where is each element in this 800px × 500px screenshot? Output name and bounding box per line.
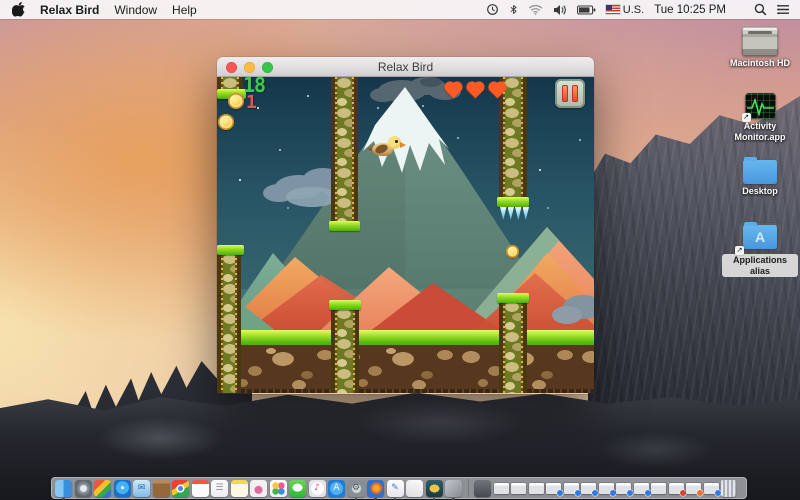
minimize-button[interactable]: [244, 62, 255, 73]
battery-icon[interactable]: [577, 5, 596, 15]
launchpad-icon[interactable]: [75, 480, 92, 497]
dirt-ground: [217, 345, 594, 393]
photos-icon[interactable]: [270, 480, 287, 497]
pause-icon: [562, 85, 568, 102]
heart-icon: [468, 83, 484, 99]
minimized-window[interactable]: [651, 483, 666, 494]
menu-bar: Relax Bird Window Help U.S. Tue 10:25 PM: [0, 0, 800, 19]
desktop-icon-applications-alias[interactable]: A ↗ Applications alias: [721, 222, 799, 277]
spotlight-icon[interactable]: [754, 3, 767, 16]
pillar-cap: [329, 300, 361, 310]
minimized-window[interactable]: [669, 483, 684, 494]
pillar-obstacle: [331, 308, 359, 393]
desktop-icon-label: Desktop: [742, 186, 778, 197]
desktop-icon-label: Macintosh HD: [730, 58, 790, 69]
mail-icon[interactable]: ✉: [133, 480, 150, 497]
dock: ✉ ☰ ♪A⚙ ✎: [51, 477, 747, 499]
minimized-window[interactable]: [581, 483, 596, 494]
mission-control-icon[interactable]: [94, 480, 111, 497]
alias-arrow-badge: ↗: [742, 113, 751, 122]
minimized-window[interactable]: [546, 483, 561, 494]
flag-icon: [606, 5, 620, 14]
relax-bird-icon[interactable]: [426, 480, 443, 497]
document-stack-icon[interactable]: [474, 480, 491, 497]
notification-center-icon[interactable]: [777, 4, 790, 15]
finder-icon[interactable]: [55, 480, 72, 497]
alias-arrow-badge: ↗: [735, 246, 744, 255]
bird-character: [367, 135, 403, 163]
desktop: Relax Bird Window Help U.S. Tue 10:25 PM: [0, 0, 800, 500]
desktop-icon-label: Activity Monitor.app: [722, 121, 798, 142]
contacts-icon[interactable]: [153, 480, 170, 497]
messages-icon[interactable]: [289, 480, 306, 497]
minimized-window[interactable]: [686, 483, 701, 494]
coin: [218, 114, 234, 130]
menu-item-help[interactable]: Help: [172, 3, 197, 17]
desktop-icon-activity-monitor[interactable]: ↗ Activity Monitor.app: [721, 93, 799, 142]
desktop-icon-label: Applications alias: [722, 254, 798, 277]
dock-divider: [468, 479, 469, 497]
minimized-window[interactable]: [704, 483, 719, 494]
menu-clock[interactable]: Tue 10:25 PM: [654, 4, 726, 16]
desktop-icon-macintosh-hd[interactable]: Macintosh HD: [721, 27, 799, 69]
chrome-icon[interactable]: [172, 480, 189, 497]
coin: [506, 245, 519, 258]
notes-icon[interactable]: [231, 480, 248, 497]
pause-button[interactable]: [555, 79, 585, 108]
folder-icon: [743, 160, 777, 184]
window-titlebar[interactable]: Relax Bird: [217, 57, 594, 77]
minimized-window[interactable]: [529, 483, 544, 494]
input-source[interactable]: U.S.: [606, 4, 644, 16]
pillar-obstacle: [331, 77, 358, 223]
pillar-obstacle: [499, 301, 527, 393]
game-canvas[interactable]: 18 1: [217, 77, 594, 393]
minimized-window[interactable]: [511, 483, 526, 494]
pillar-cap: [497, 293, 529, 303]
menu-item-relax-bird[interactable]: Relax Bird: [40, 3, 99, 17]
wifi-icon[interactable]: [528, 4, 543, 15]
window-title: Relax Bird: [217, 60, 594, 74]
heart-icon: [490, 83, 506, 99]
reminders-icon[interactable]: ☰: [211, 480, 228, 497]
textedit-icon[interactable]: ✎: [387, 480, 404, 497]
volume-icon[interactable]: [553, 4, 567, 16]
preview-icon[interactable]: [406, 480, 423, 497]
safari-icon[interactable]: [114, 480, 131, 497]
firefox-icon[interactable]: [367, 480, 384, 497]
pillar-obstacle: [217, 253, 241, 393]
calendar-icon[interactable]: [192, 480, 209, 497]
system-preferences-icon[interactable]: ⚙: [348, 480, 365, 497]
itunes-icon[interactable]: ♪: [309, 480, 326, 497]
trash-icon[interactable]: [721, 480, 736, 497]
minimized-window[interactable]: [564, 483, 579, 494]
pillar-cap: [329, 221, 360, 231]
minimized-window[interactable]: [616, 483, 631, 494]
photo-booth-icon[interactable]: [250, 480, 267, 497]
bluetooth-icon[interactable]: [509, 3, 518, 16]
hard-drive-icon: [742, 27, 778, 56]
input-source-label: U.S.: [623, 4, 644, 16]
pillar-cap: [217, 245, 244, 255]
pillar-cap: [497, 197, 529, 207]
coin: [228, 93, 244, 109]
apple-menu-icon[interactable]: [12, 2, 25, 17]
icicles: [500, 207, 529, 220]
desktop-icon-desktop-folder[interactable]: Desktop: [721, 160, 799, 197]
heart-icon: [446, 83, 462, 99]
close-button[interactable]: [226, 62, 237, 73]
utility-icon[interactable]: [445, 480, 462, 497]
app-menus: Relax Bird Window Help: [40, 3, 212, 17]
minimized-window[interactable]: [634, 483, 649, 494]
relax-bird-window: Relax Bird: [217, 57, 594, 394]
lives-hearts: [448, 82, 503, 96]
time-machine-icon[interactable]: [486, 3, 499, 16]
secondary-score-value: 1: [246, 94, 257, 111]
pillar-obstacle: [499, 77, 527, 199]
zoom-button[interactable]: [262, 62, 273, 73]
app-store-icon[interactable]: A: [328, 480, 345, 497]
minimized-window[interactable]: [494, 483, 509, 494]
menu-item-window[interactable]: Window: [114, 3, 157, 17]
minimized-window[interactable]: [599, 483, 614, 494]
applications-folder-icon: A: [743, 225, 777, 249]
